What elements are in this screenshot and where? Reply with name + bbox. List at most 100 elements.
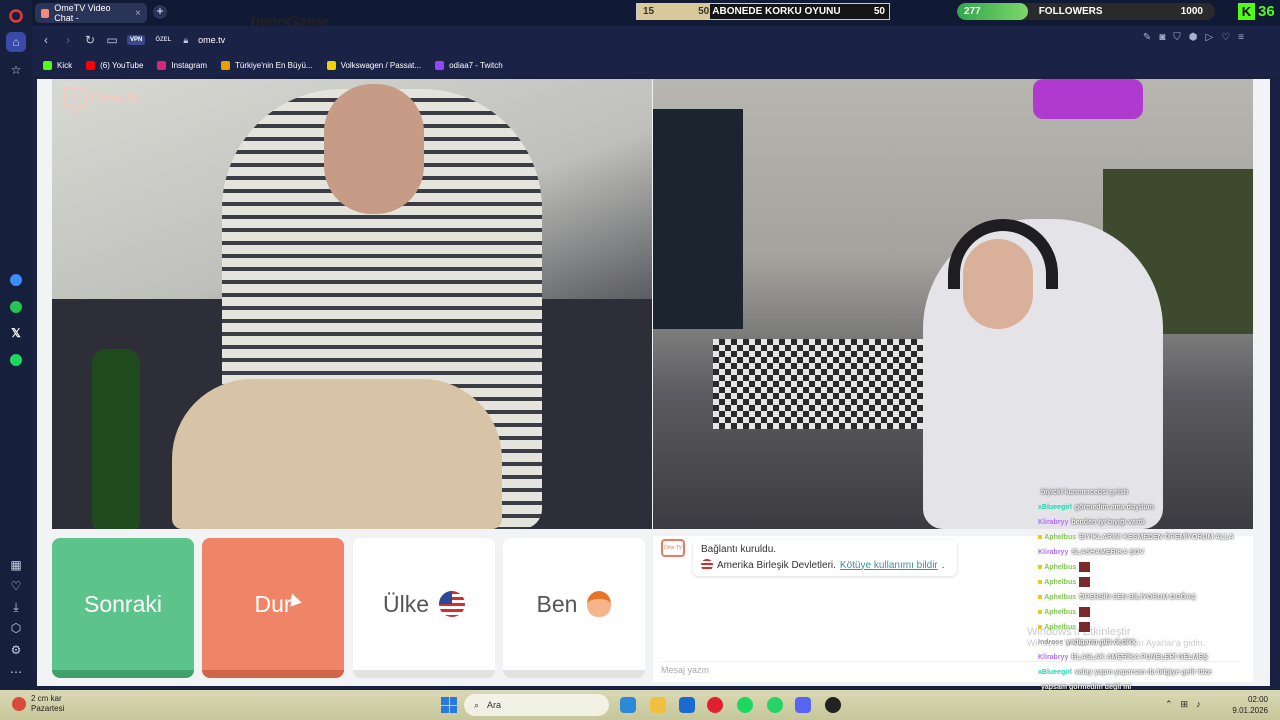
cube-icon[interactable]: ⬡: [6, 618, 26, 638]
menu-icon[interactable]: ≡: [1238, 32, 1244, 43]
messenger-icon[interactable]: [6, 270, 26, 290]
volume-icon[interactable]: ♪: [1196, 699, 1201, 710]
download-icon[interactable]: ⤓: [6, 597, 26, 617]
weather-day: Pazartesi: [31, 704, 65, 713]
bookmark-item[interactable]: odiaa7 - Twitch: [435, 60, 503, 70]
shield-icon[interactable]: ⛉: [1173, 32, 1181, 43]
opera-taskbar-icon[interactable]: [707, 697, 723, 713]
stream-chat-text: valay yapın yaparsan da bilgiye gelir bi…: [1074, 669, 1212, 676]
us-flag-small-icon: [701, 559, 713, 571]
korku-mid: 50: [698, 6, 710, 17]
camera-icon[interactable]: ◙: [1159, 32, 1165, 43]
stream-chat-text: biyicki kunmercedsi gelsh: [1041, 489, 1129, 496]
bookmark-item[interactable]: Türkiye'nin En Büyü...: [221, 60, 313, 70]
heart-outline-icon[interactable]: ♡: [1221, 32, 1230, 43]
file-explorer-icon[interactable]: [650, 697, 666, 713]
system-message: Bağlantı kuruldu. Amerika Birleşik Devle…: [693, 540, 957, 576]
weather-widget[interactable]: 2 cm kar Pazartesi: [12, 694, 64, 714]
snapshot-icon[interactable]: ▭: [101, 33, 123, 47]
stream-chat-user[interactable]: Klirabryy: [1038, 519, 1068, 526]
extensions-icon[interactable]: ⬢: [1189, 32, 1198, 43]
stop-button[interactable]: Dur: [202, 538, 344, 678]
bookmark-item[interactable]: Instagram: [157, 60, 207, 70]
stream-chat-user[interactable]: Aphelbus: [1044, 564, 1076, 571]
korku-goal-bar: 15 50 ABONEDE KORKU OYUNU 50: [636, 3, 890, 20]
stream-chat-user[interactable]: xBlueegirl: [1038, 669, 1072, 676]
stream-chat-user[interactable]: Aphelbus: [1044, 609, 1076, 616]
tray-expand-icon[interactable]: ⌃: [1165, 699, 1173, 710]
ometv-logo-box: Ome TV: [63, 87, 87, 116]
favorites-star-icon[interactable]: ☆: [6, 60, 26, 80]
ometv-favicon-icon: [41, 8, 50, 18]
tab-ometv[interactable]: OmeTV Video Chat - ×: [35, 3, 147, 23]
vpn-badge[interactable]: VPN: [127, 35, 146, 45]
stream-chat-user[interactable]: Klirabryy: [1038, 654, 1068, 661]
report-abuse-link[interactable]: Kötüye kullanımı bildir: [840, 560, 938, 571]
more-icon[interactable]: ⋯: [6, 662, 26, 682]
edge-icon[interactable]: [620, 697, 636, 713]
emote-icon: [1079, 577, 1091, 588]
bookmark-item[interactable]: (6) YouTube: [86, 60, 144, 70]
self-video: [653, 79, 1253, 529]
opera-sidebar: ⌂ ☆ 𝕏 ▦ ♡ ⤓ ⬡ ⚙ ⋯: [0, 0, 32, 690]
bookmark-favicon-icon: [326, 60, 336, 70]
stream-chat-text: BLASLAK AMERİKA PUNELERİ GELMEŞ: [1071, 654, 1208, 661]
stream-chat-line: ◙ Aphelbus: [1038, 620, 1260, 635]
whatsapp-taskbar-icon[interactable]: [767, 697, 783, 713]
stream-chat-user[interactable]: Aphelbus: [1044, 534, 1076, 541]
outlook-icon[interactable]: [679, 697, 695, 713]
back-icon[interactable]: ‹: [35, 33, 57, 47]
whatsapp-icon[interactable]: [6, 297, 26, 317]
reload-icon[interactable]: ↻: [79, 33, 101, 47]
bookmark-item[interactable]: Volkswagen / Passat...: [326, 60, 421, 70]
stream-chat-user[interactable]: xBlueegirl: [1038, 504, 1072, 511]
new-tab-button[interactable]: +: [153, 5, 167, 19]
close-tab-icon[interactable]: ×: [135, 8, 141, 19]
discord-taskbar-icon[interactable]: [795, 697, 811, 713]
bookmark-label: (6) YouTube: [100, 60, 144, 70]
player-icon[interactable]: ▷: [1205, 32, 1213, 43]
stream-chat-user[interactable]: Klirabryy: [1038, 549, 1068, 556]
followers-goal: 1000: [1180, 6, 1203, 17]
bookmark-label: Türkiye'nin En Büyü...: [235, 60, 313, 70]
room-window: [653, 109, 743, 329]
stream-chat-user[interactable]: Aphelbus: [1044, 594, 1076, 601]
stream-chat-text: görmedim ama duydum: [1074, 504, 1154, 511]
heart-icon[interactable]: ♡: [6, 576, 26, 596]
network-icon[interactable]: ⊞: [1181, 699, 1189, 710]
opera-logo-icon[interactable]: [6, 6, 26, 26]
stream-chat-text: ÖPERSİN SEN BİLİYORUM DOĞAÇ: [1079, 594, 1197, 601]
stream-chat-user[interactable]: Aphelbus: [1044, 624, 1076, 631]
edit-icon[interactable]: ✎: [1143, 32, 1151, 43]
url-field[interactable]: ome.tv: [198, 35, 225, 45]
stream-chat-overlay: biyicki kunmercedsi gelsh xBlueegirl görme…: [1038, 485, 1260, 720]
country-button[interactable]: Ülke: [353, 538, 495, 678]
stream-chat-user[interactable]: Aphelbus: [1044, 579, 1076, 586]
stream-chat-line: xBlueegirl görmedim ama duydum: [1038, 500, 1260, 515]
spotify-taskbar-icon[interactable]: [737, 697, 753, 713]
me-button[interactable]: Ben: [503, 538, 645, 678]
obs-taskbar-icon[interactable]: [825, 697, 841, 713]
clock-date: 9.01.2026: [1232, 706, 1268, 715]
start-button[interactable]: [441, 697, 457, 713]
korku-end: 50: [873, 6, 885, 17]
next-button[interactable]: Sonraki: [52, 538, 194, 678]
x-twitter-icon[interactable]: 𝕏: [6, 323, 26, 343]
stranger-legs: [172, 379, 502, 529]
stream-chat-line: Indrose yadigarın gibi dedikk: [1038, 635, 1260, 650]
settings-gear-icon[interactable]: ⚙: [6, 640, 26, 660]
spotify-icon[interactable]: [6, 350, 26, 370]
stream-chat-line: ◙ Aphelbus ÖPERSİN SEN BİLİYORUM DOĞAÇ: [1038, 590, 1260, 605]
workspaces-icon[interactable]: ▦: [6, 555, 26, 575]
stream-chat-user[interactable]: Indrose: [1038, 639, 1063, 646]
stream-chat-line: xBlueegirl valay yapın yaparsan da bilgiy…: [1038, 665, 1260, 680]
clock[interactable]: 02:00 9.01.2026: [1232, 694, 1268, 716]
bookmark-label: Kick: [57, 60, 73, 70]
search-placeholder: Ara: [487, 700, 502, 710]
lock-icon[interactable]: 🔒︎: [183, 35, 188, 46]
forward-icon[interactable]: ›: [57, 33, 79, 47]
taskbar-search[interactable]: ⌕ Ara: [464, 694, 609, 716]
home-icon[interactable]: ⌂: [6, 32, 26, 52]
emote-icon: [1079, 622, 1091, 633]
bookmark-item[interactable]: Kick: [43, 60, 73, 70]
